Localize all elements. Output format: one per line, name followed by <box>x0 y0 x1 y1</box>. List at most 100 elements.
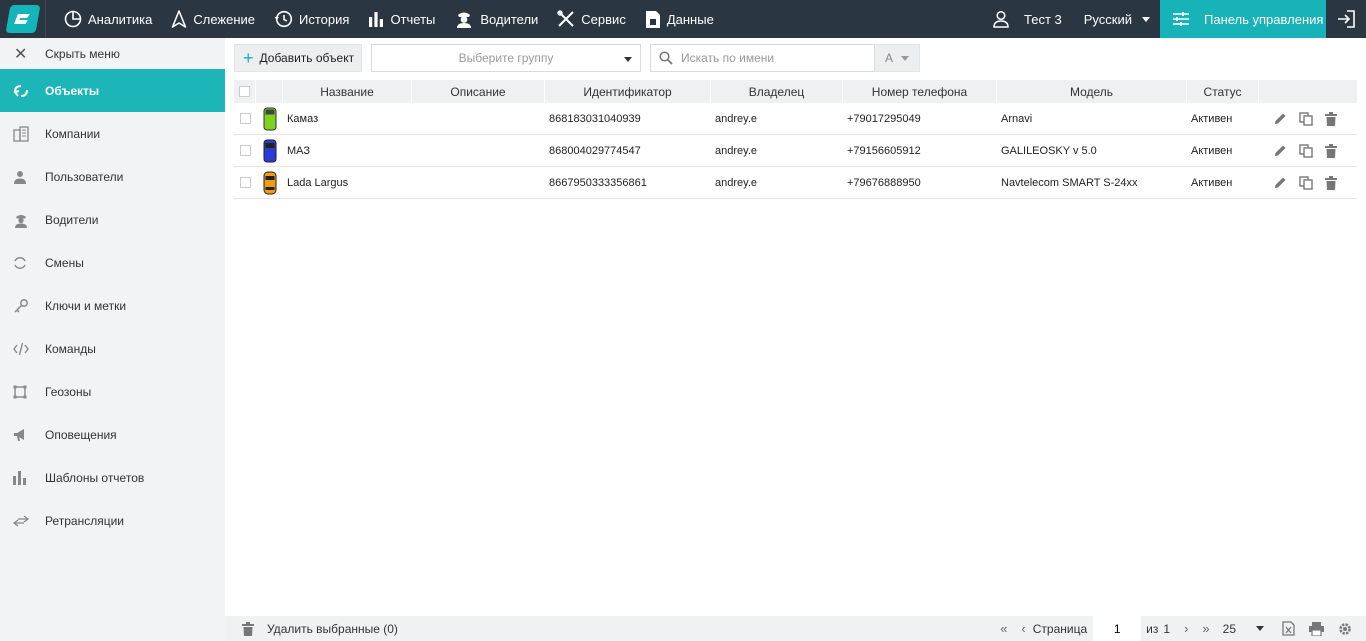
sidebar-item-label: Команды <box>45 341 96 356</box>
edit-icon[interactable] <box>1274 176 1287 189</box>
hide-menu-button[interactable]: ✕ Скрыть меню <box>0 38 225 69</box>
copy-icon[interactable] <box>1299 143 1313 158</box>
nav-tracking[interactable]: Слежение <box>171 0 265 38</box>
trash-icon <box>242 621 254 636</box>
vehicle-icon <box>256 135 283 166</box>
delete-icon[interactable] <box>1325 175 1337 190</box>
control-panel-button[interactable]: Панель управления <box>1160 0 1326 38</box>
sidebar-item-label: Смены <box>45 255 84 270</box>
chevron-down-icon <box>624 57 632 62</box>
page-number-input[interactable] <box>1093 616 1142 641</box>
top-navigation-bar: Аналитика Слежение История Отчеты Водите… <box>0 0 1366 38</box>
main-nav: Аналитика Слежение История Отчеты Водите… <box>64 0 733 38</box>
nav-drivers[interactable]: Водители <box>454 0 548 38</box>
cell-description <box>412 103 545 134</box>
cell-name: МАЗ <box>287 144 311 157</box>
sidebar-item-label: Оповещения <box>45 427 117 442</box>
cell-owner: andrey.e <box>715 112 757 125</box>
row-checkbox[interactable] <box>239 177 251 188</box>
icon-column-header <box>256 80 283 103</box>
objects-toolbar: + Добавить объект Выберите группу А <box>234 44 920 72</box>
sidebar-item-label: Водители <box>45 212 99 227</box>
total-pages: 1 <box>1163 621 1171 636</box>
sidebar-item-commands[interactable]: Команды <box>0 327 225 370</box>
cell-identifier: 868183031040939 <box>549 112 641 125</box>
sidebar-item-label: Ретрансляции <box>45 513 125 528</box>
table-row[interactable]: МАЗ 868004029774547 andrey.e +7915660591… <box>234 135 1357 167</box>
export-excel-icon[interactable] <box>1282 621 1295 636</box>
cell-phone: +79017295049 <box>847 112 921 125</box>
column-header-model[interactable]: Модель <box>997 80 1187 103</box>
table-row[interactable]: Камаз 868183031040939 andrey.e +79017295… <box>234 103 1357 135</box>
service-icon <box>557 10 575 27</box>
table-row[interactable]: Lada Largus 8667950333356861 andrey.e +7… <box>234 167 1357 199</box>
nav-history-label: История <box>299 11 350 27</box>
sidebar-item-report-templates[interactable]: Шаблоны отчетов <box>0 456 225 499</box>
sidebar-item-geozones[interactable]: Геозоны <box>0 370 225 413</box>
sidebar-item-objects[interactable]: Объекты <box>0 69 225 112</box>
row-actions <box>1259 135 1357 166</box>
first-page-icon[interactable]: « <box>1000 621 1007 636</box>
settings-gear-icon[interactable] <box>1338 622 1352 636</box>
nav-data[interactable]: Данные <box>645 0 724 38</box>
column-header-owner[interactable]: Владелец <box>711 80 843 103</box>
search-input[interactable] <box>681 51 871 65</box>
cell-status: Активен <box>1191 112 1233 125</box>
column-header-description[interactable]: Описание <box>412 80 545 103</box>
column-header-identifier[interactable]: Идентификатор <box>545 80 711 103</box>
nav-service[interactable]: Сервис <box>557 0 636 38</box>
analytics-icon <box>64 10 82 28</box>
prev-page-icon[interactable]: ‹ <box>1021 621 1025 636</box>
sidebar-item-retransmission[interactable]: Ретрансляции <box>0 499 225 542</box>
page-size-select[interactable]: 25 <box>1223 622 1264 636</box>
row-checkbox[interactable] <box>239 145 251 156</box>
column-header-phone[interactable]: Номер телефона <box>843 80 997 103</box>
megaphone-icon <box>13 428 45 442</box>
logout-button[interactable] <box>1326 0 1366 38</box>
nav-history[interactable]: История <box>274 0 359 38</box>
cell-description <box>412 135 545 166</box>
sidebar-item-companies[interactable]: Компании <box>0 112 225 155</box>
copy-icon[interactable] <box>1299 175 1313 190</box>
driver-icon <box>13 212 45 228</box>
logo-icon <box>5 5 40 33</box>
table-header: Название Описание Идентификатор Владелец… <box>234 80 1357 103</box>
sidebar-item-notifications[interactable]: Оповещения <box>0 413 225 456</box>
nav-analytics[interactable]: Аналитика <box>64 0 162 38</box>
add-object-button[interactable]: + Добавить объект <box>234 44 362 72</box>
next-page-icon[interactable]: › <box>1184 621 1188 636</box>
sidebar-item-users[interactable]: Пользователи <box>0 155 225 198</box>
delete-icon[interactable] <box>1325 143 1337 158</box>
add-object-label: Добавить объект <box>259 51 355 65</box>
code-icon <box>13 342 45 356</box>
sidebar-item-label: Ключи и метки <box>45 298 127 313</box>
table-footer: Удалить выбранные (0) « ‹ Страница из 1 … <box>225 616 1366 641</box>
app-logo[interactable] <box>0 0 46 38</box>
sidebar-item-shifts[interactable]: Смены <box>0 241 225 284</box>
group-select[interactable]: Выберите группу <box>371 44 641 72</box>
user-icon <box>13 170 45 184</box>
sort-select[interactable]: А <box>875 44 920 72</box>
select-all-checkbox[interactable] <box>239 86 250 97</box>
sidebar-item-keys[interactable]: Ключи и метки <box>0 284 225 327</box>
nav-reports[interactable]: Отчеты <box>368 0 445 38</box>
delete-selected-button[interactable]: Удалить выбранные (0) <box>242 621 398 636</box>
column-header-status[interactable]: Статус <box>1187 80 1259 103</box>
cell-model: Arnavi <box>1001 112 1033 125</box>
column-header-name[interactable]: Название <box>283 80 412 103</box>
language-select[interactable]: Русский <box>1084 12 1150 27</box>
edit-icon[interactable] <box>1274 112 1287 125</box>
edit-icon[interactable] <box>1274 144 1287 157</box>
user-icon <box>993 10 1009 28</box>
sidebar-item-drivers[interactable]: Водители <box>0 198 225 241</box>
user-menu[interactable]: Тест 3 <box>992 10 1062 28</box>
last-page-icon[interactable]: » <box>1202 621 1209 636</box>
print-icon[interactable] <box>1309 621 1324 636</box>
sidebar: ✕ Скрыть меню Объекты Компании Пользоват… <box>0 38 225 641</box>
delete-icon[interactable] <box>1325 111 1337 126</box>
copy-icon[interactable] <box>1299 111 1313 126</box>
cell-phone: +79676888950 <box>847 176 921 189</box>
pagination: « ‹ Страница из 1 › » 25 <box>993 616 1352 641</box>
sidebar-item-label: Объекты <box>45 83 100 98</box>
row-checkbox[interactable] <box>239 113 251 124</box>
